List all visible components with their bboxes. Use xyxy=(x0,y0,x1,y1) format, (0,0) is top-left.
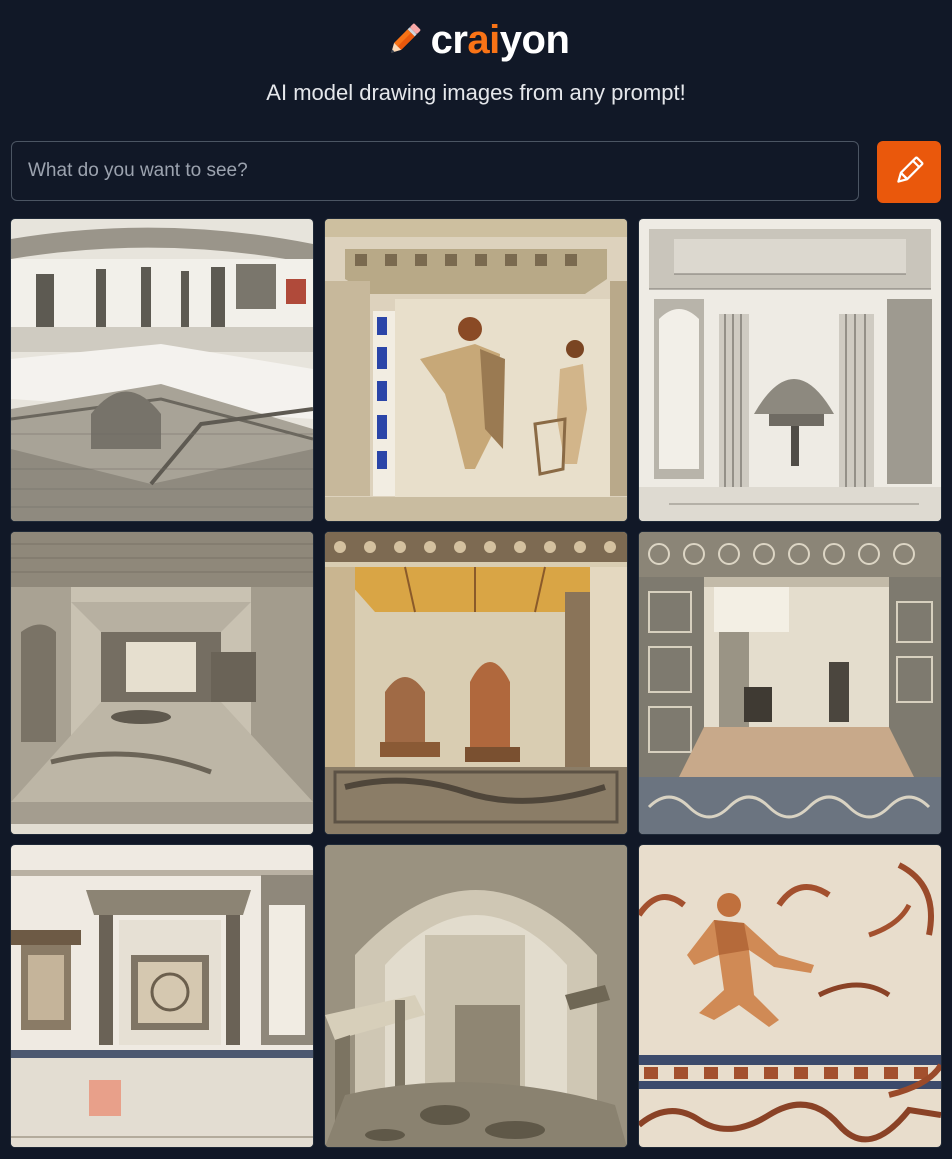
logo-suffix: yon xyxy=(499,18,570,62)
prompt-input[interactable] xyxy=(11,141,859,201)
logo-prefix: cr xyxy=(430,18,468,62)
pencil-icon xyxy=(892,154,926,191)
result-image[interactable] xyxy=(11,845,313,1147)
result-image[interactable] xyxy=(639,845,941,1147)
result-image[interactable] xyxy=(325,845,627,1147)
pencil-icon xyxy=(383,19,425,61)
result-image[interactable] xyxy=(11,532,313,834)
logo-accent: ai xyxy=(467,18,500,62)
search-row xyxy=(11,141,941,203)
result-image[interactable] xyxy=(325,219,627,521)
result-image[interactable] xyxy=(639,219,941,521)
results-grid xyxy=(11,219,941,1147)
header: craiyon xyxy=(0,14,952,66)
logo[interactable]: craiyon xyxy=(431,14,570,66)
draw-button[interactable] xyxy=(877,141,941,203)
result-image[interactable] xyxy=(325,532,627,834)
tagline: AI model drawing images from any prompt! xyxy=(266,80,686,105)
result-image[interactable] xyxy=(11,219,313,521)
craiyon-page: craiyon AI model drawing images from any… xyxy=(0,0,952,1159)
result-image[interactable] xyxy=(639,532,941,834)
